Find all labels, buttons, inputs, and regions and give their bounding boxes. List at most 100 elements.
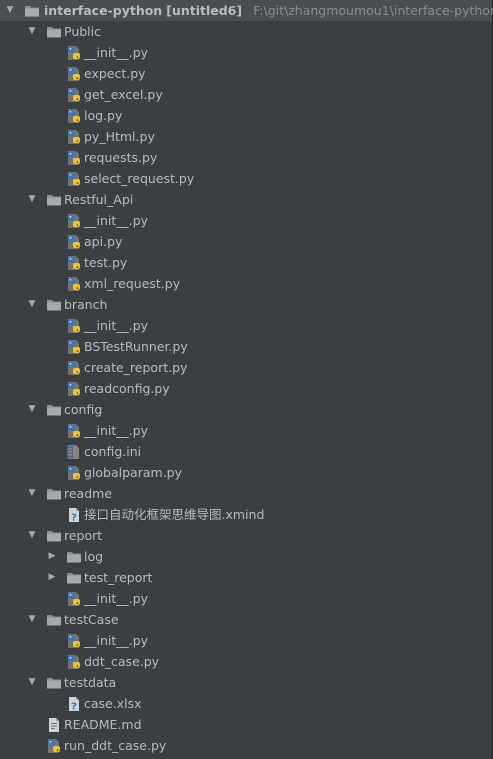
tree-folder-test-report[interactable]: ▶ test_report: [0, 567, 492, 588]
python-file-icon: [66, 465, 82, 481]
tree-item-label: select_request.py: [84, 171, 195, 186]
python-file-icon: [46, 738, 62, 754]
python-file-icon: [66, 255, 82, 271]
tree-file-item[interactable]: __init__.py: [0, 210, 492, 231]
tree-file-item[interactable]: ? 接口自动化框架思维导图.xmind: [0, 504, 492, 525]
tree-file-item[interactable]: create_report.py: [0, 357, 492, 378]
tree-file-item[interactable]: select_request.py: [0, 168, 492, 189]
tree-file-item[interactable]: readconfig.py: [0, 378, 492, 399]
collapse-arrow-icon[interactable]: ▼: [26, 21, 38, 42]
tree-item-label: __init__.py: [84, 633, 149, 648]
tree-file-item[interactable]: api.py: [0, 231, 492, 252]
tree-folder-branch[interactable]: ▼ branch: [0, 294, 492, 315]
unknown-file-icon: ?: [66, 507, 82, 523]
collapse-arrow-icon[interactable]: ▼: [26, 483, 38, 504]
tree-file-item[interactable]: run_ddt_case.py: [0, 735, 492, 756]
tree-item-label: Public: [64, 24, 101, 39]
collapse-arrow-icon[interactable]: ▼: [26, 525, 38, 546]
tree-file-item[interactable]: globalparam.py: [0, 462, 492, 483]
expand-arrow-icon[interactable]: ▶: [46, 567, 58, 588]
project-tree-panel: ▼ interface-python [untitled6] F:\git\zh…: [0, 0, 493, 759]
python-file-icon: [66, 213, 82, 229]
project-path: F:\git\zhangmoumou1\interface-python: [253, 3, 493, 18]
python-file-icon: [66, 108, 82, 124]
tree-folder-config[interactable]: ▼ config: [0, 399, 492, 420]
folder-icon: [46, 24, 62, 40]
tree-folder-testdata[interactable]: ▼ testdata: [0, 672, 492, 693]
tree-file-item[interactable]: requests.py: [0, 147, 492, 168]
tree-item-label: branch: [64, 297, 108, 312]
expand-arrow-icon[interactable]: ▶: [46, 546, 58, 567]
tree-item-label: testdata: [64, 675, 117, 690]
ini-file-icon: [66, 444, 82, 460]
tree-root-row[interactable]: ▼ interface-python [untitled6] F:\git\zh…: [0, 0, 493, 21]
tree-item-label: BSTestRunner.py: [84, 339, 188, 354]
collapse-arrow-icon[interactable]: ▼: [26, 672, 38, 693]
python-file-icon: [66, 45, 82, 61]
folder-icon: [46, 402, 62, 418]
tree-folder-testcase[interactable]: ▼ testCase: [0, 609, 492, 630]
tree-item-label: log: [84, 549, 104, 564]
collapse-arrow-icon[interactable]: ▼: [26, 399, 38, 420]
tree-item-label: readme: [64, 486, 113, 501]
tree-folder-readme[interactable]: ▼ readme: [0, 483, 492, 504]
unknown-file-icon: ?: [66, 696, 82, 712]
tree-file-item[interactable]: xml_request.py: [0, 273, 492, 294]
collapse-arrow-icon[interactable]: ▼: [26, 294, 38, 315]
tree-file-item[interactable]: get_excel.py: [0, 84, 492, 105]
tree-item-label: config.ini: [84, 444, 142, 459]
svg-text:?: ?: [71, 702, 77, 713]
tree-item-label: run_ddt_case.py: [64, 738, 167, 753]
folder-icon: [46, 528, 62, 544]
tree-item-label: py_Html.py: [84, 129, 155, 144]
tree-file-item[interactable]: README.md: [0, 714, 492, 735]
python-file-icon: [66, 276, 82, 292]
tree-item-label: readconfig.py: [84, 381, 170, 396]
tree-item-label: create_report.py: [84, 360, 188, 375]
tree-file-item[interactable]: ddt_case.py: [0, 651, 492, 672]
python-file-icon: [66, 171, 82, 187]
tree-file-item[interactable]: test.py: [0, 252, 492, 273]
folder-icon: [46, 486, 62, 502]
python-file-icon: [66, 150, 82, 166]
folder-icon: [24, 3, 40, 19]
collapse-arrow-icon[interactable]: ▼: [26, 609, 38, 630]
tree-folder-restful-api[interactable]: ▼ Restful_Api: [0, 189, 492, 210]
tree-file-item[interactable]: __init__.py: [0, 630, 492, 651]
python-file-icon: [66, 360, 82, 376]
tree-file-item[interactable]: __init__.py: [0, 42, 492, 63]
folder-icon: [66, 549, 82, 565]
folder-icon: [46, 192, 62, 208]
tree-file-item[interactable]: expect.py: [0, 63, 492, 84]
expand-arrow-icon[interactable]: ▼: [4, 0, 16, 21]
tree-item-label: test.py: [84, 255, 128, 270]
tree-file-item[interactable]: log.py: [0, 105, 492, 126]
tree-item-label: config: [64, 402, 103, 417]
tree-item-label: __init__.py: [84, 591, 149, 606]
python-file-icon: [66, 87, 82, 103]
tree-file-item[interactable]: __init__.py: [0, 315, 492, 336]
tree-item-label: get_excel.py: [84, 87, 163, 102]
tree-folder-report[interactable]: ▼ report: [0, 525, 492, 546]
tree-item-label: test_report: [84, 570, 153, 585]
tree-file-item[interactable]: config.ini: [0, 441, 492, 462]
tree-folder-public[interactable]: ▼ Public: [0, 21, 492, 42]
tree-file-item[interactable]: py_Html.py: [0, 126, 492, 147]
tree-item-label: report: [64, 528, 103, 543]
python-file-icon: [66, 339, 82, 355]
tree-item-label: testCase: [64, 612, 119, 627]
tree-file-item[interactable]: ? case.xlsx: [0, 693, 492, 714]
tree-item-label: README.md: [64, 717, 142, 732]
python-file-icon: [66, 234, 82, 250]
tree-item-label: ddt_case.py: [84, 654, 160, 669]
tree-file-item[interactable]: BSTestRunner.py: [0, 336, 492, 357]
tree-item-label: case.xlsx: [84, 696, 142, 711]
tree-item-label: __init__.py: [84, 45, 149, 60]
collapse-arrow-icon[interactable]: ▼: [26, 189, 38, 210]
tree-item-label: api.py: [84, 234, 123, 249]
tree-folder-log[interactable]: ▶ log: [0, 546, 492, 567]
tree-file-item[interactable]: __init__.py: [0, 588, 492, 609]
python-file-icon: [66, 129, 82, 145]
tree-item-label: __init__.py: [84, 318, 149, 333]
tree-file-item[interactable]: __init__.py: [0, 420, 492, 441]
